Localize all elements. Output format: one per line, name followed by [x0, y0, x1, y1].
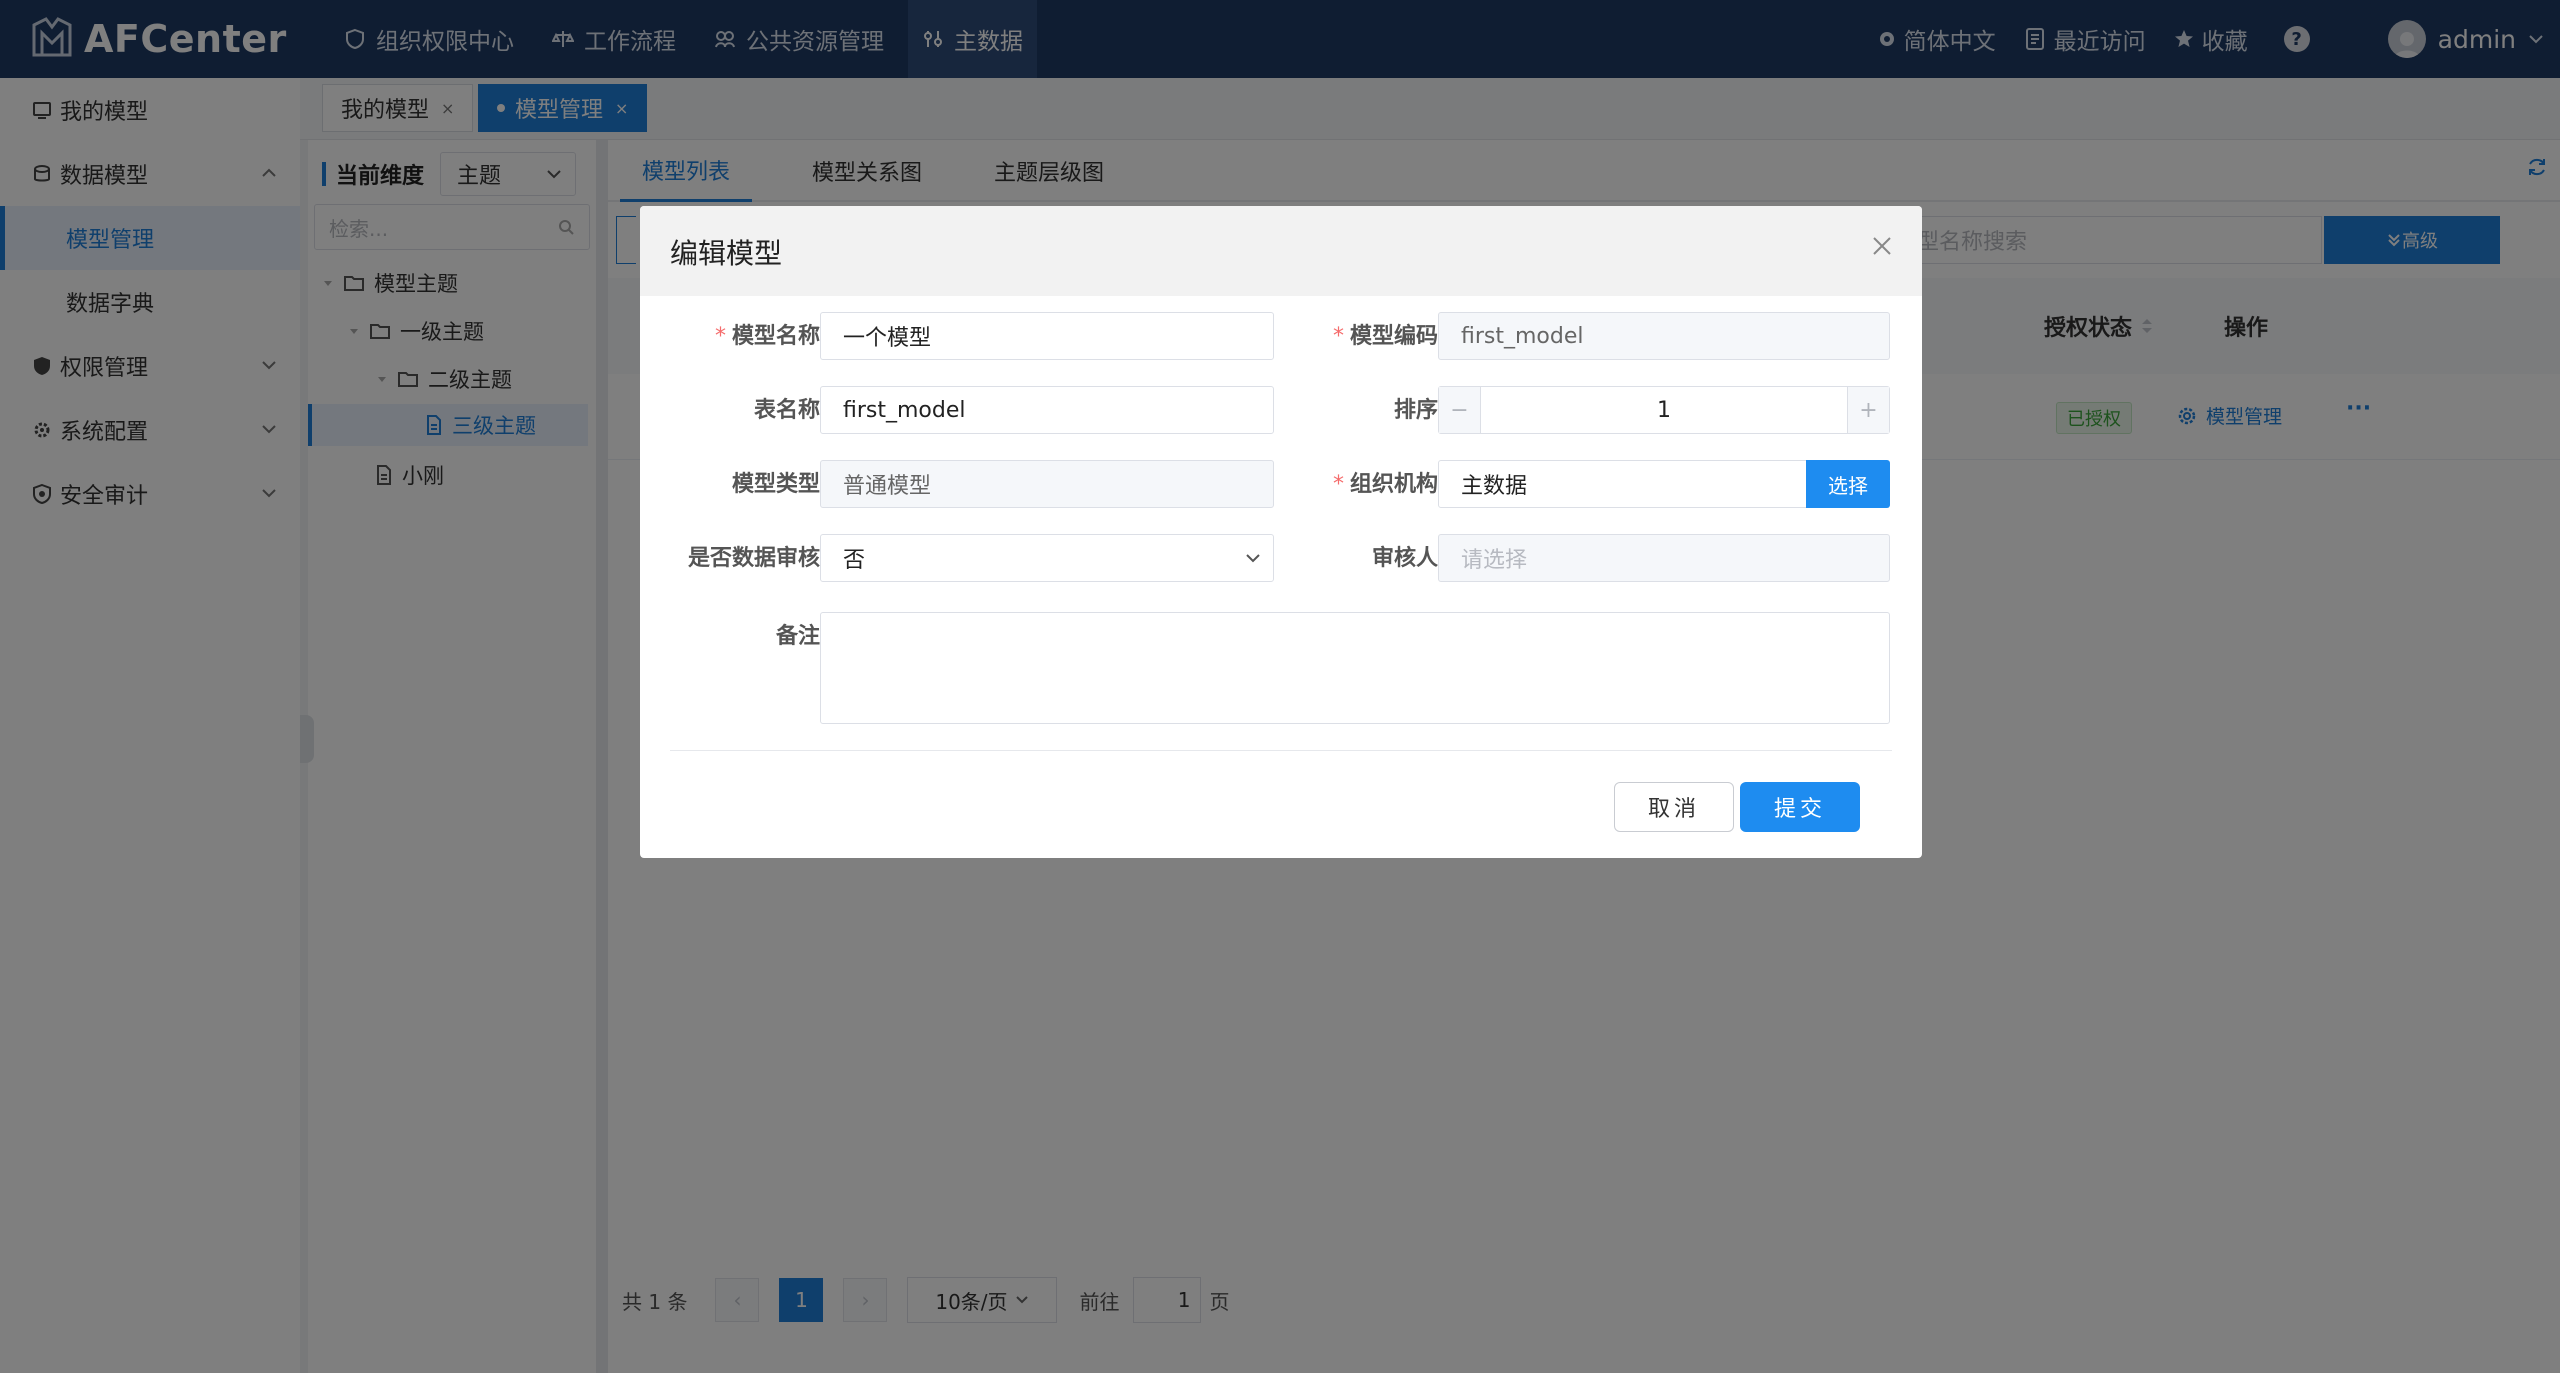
dialog-header: 编辑模型 [640, 206, 1922, 296]
field-label-text: 组织机构 [1349, 472, 1438, 497]
required-mark: * [1332, 324, 1344, 349]
reviewer-select[interactable]: 请选择 [1438, 534, 1890, 582]
model-type-label: 模型类型 [731, 472, 820, 497]
table-name-label: 表名称 [753, 398, 820, 423]
model-name-label: * 模型名称 [630, 318, 820, 350]
data-review-label: 是否数据审核 [687, 546, 820, 571]
remark-label: 备注 [775, 624, 820, 649]
dialog-title: 编辑模型 [670, 237, 783, 270]
submit-button[interactable]: 提交 [1740, 782, 1860, 832]
required-mark: * [1332, 472, 1344, 497]
sort-value: 1 [1657, 397, 1671, 423]
field-label-text: 模型编码 [1349, 324, 1438, 349]
edit-model-dialog: 编辑模型 * 模型名称 一个模型 * 模型编码 first_model 表名称 fi… [640, 206, 1922, 858]
field-label-text: 模型名称 [731, 324, 820, 349]
model-code-input[interactable]: first_model [1438, 312, 1890, 360]
dialog-footer-divider [670, 750, 1892, 751]
increment-button[interactable]: + [1847, 387, 1889, 433]
sort-number-input[interactable]: − 1 + [1438, 386, 1890, 434]
org-input[interactable]: 主数据 [1438, 460, 1808, 508]
org-select-button[interactable]: 选择 [1806, 460, 1890, 508]
required-mark: * [714, 324, 726, 349]
remark-textarea[interactable] [820, 612, 1890, 724]
data-review-value: 否 [843, 548, 866, 573]
close-icon[interactable] [1870, 234, 1894, 258]
model-code-label: * 模型编码 [1248, 318, 1438, 350]
table-name-input[interactable]: first_model [820, 386, 1274, 434]
cancel-button[interactable]: 取消 [1614, 782, 1734, 832]
reviewer-label: 审核人 [1371, 546, 1438, 571]
sort-label: 排序 [1393, 398, 1438, 423]
model-type-input[interactable]: 普通模型 [820, 460, 1274, 508]
decrement-button[interactable]: − [1439, 387, 1481, 433]
model-name-input[interactable]: 一个模型 [820, 312, 1274, 360]
org-label: * 组织机构 [1248, 466, 1438, 498]
data-review-select[interactable]: 否 [820, 534, 1274, 582]
